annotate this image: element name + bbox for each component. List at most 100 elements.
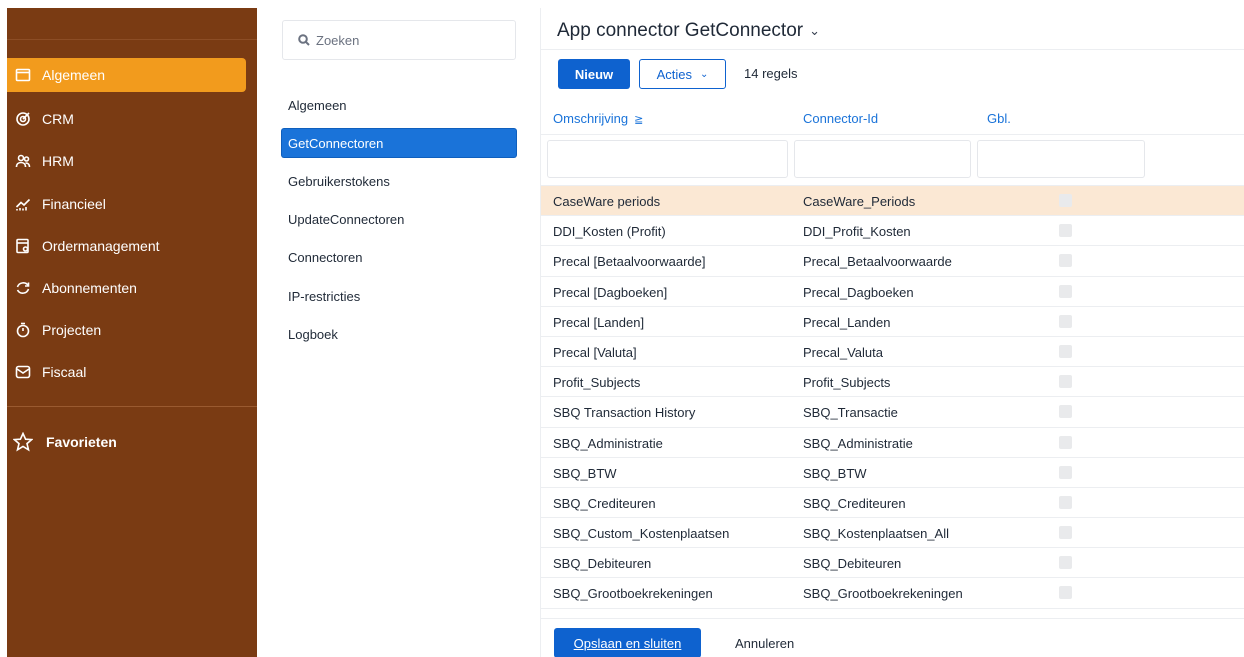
sidebar-favorites[interactable]: Favorieten bbox=[7, 432, 117, 452]
gbl-checkbox[interactable] bbox=[1059, 344, 1072, 358]
table-row[interactable]: Precal [Landen] Precal_Landen bbox=[541, 307, 1244, 337]
sidebar-item-label: Financieel bbox=[42, 196, 106, 212]
new-button[interactable]: Nieuw bbox=[558, 59, 630, 89]
gbl-checkbox[interactable] bbox=[1059, 314, 1072, 328]
gbl-checkbox[interactable] bbox=[1059, 194, 1072, 207]
cell-omschrijving: SBQ Transaction History bbox=[553, 405, 696, 421]
sidebar-item-fiscaal[interactable]: Fiscaal bbox=[7, 355, 246, 389]
sort-icon: ≧ bbox=[634, 114, 644, 126]
filter-gbl-input[interactable] bbox=[977, 140, 1145, 178]
cell-omschrijving: SBQ_BTW bbox=[553, 465, 617, 481]
actions-dropdown[interactable]: Acties ⌄ bbox=[639, 59, 726, 89]
table-row[interactable]: SBQ_Debiteuren SBQ_Debiteuren bbox=[541, 548, 1244, 579]
table-row[interactable]: SBQ Transaction History SBQ_Transactie bbox=[541, 397, 1244, 428]
sidebar-item-abonnementen[interactable]: Abonnementen bbox=[7, 271, 246, 305]
table-header: Omschrijving ≧ Connector-Id Gbl. bbox=[541, 101, 1244, 135]
cell-omschrijving: SBQ_Administratie bbox=[553, 435, 663, 451]
sidebar-item-label: Fiscaal bbox=[42, 364, 87, 380]
subnav-item-getconnectoren[interactable]: GetConnectoren bbox=[282, 129, 516, 157]
cell-omschrijving: Precal [Landen] bbox=[553, 314, 645, 330]
gbl-checkbox[interactable] bbox=[1059, 284, 1072, 298]
cell-connector-id: SBQ_BTW bbox=[803, 465, 867, 481]
subnav-item-algemeen[interactable]: Algemeen bbox=[282, 91, 516, 119]
cell-connector-id: SBQ_Transactie bbox=[803, 405, 898, 421]
cell-connector-id: Profit_Subjects bbox=[803, 375, 891, 391]
filter-omschrijving-input[interactable] bbox=[547, 140, 788, 178]
column-header-label: Omschrijving bbox=[553, 111, 629, 126]
cell-connector-id: SBQ_Kostenplaatsen_All bbox=[803, 526, 949, 542]
actions-label: Acties bbox=[656, 66, 692, 82]
sidebar-item-crm[interactable]: CRM bbox=[7, 102, 246, 136]
table-row[interactable]: Profit_Subjects Profit_Subjects bbox=[541, 367, 1244, 398]
cell-omschrijving: Precal [Dagboeken] bbox=[553, 284, 668, 300]
chart-icon bbox=[7, 196, 39, 212]
table-row[interactable]: Precal [Valuta] Precal_Valuta bbox=[541, 337, 1244, 368]
table-row[interactable]: SBQ_BTW SBQ_BTW bbox=[541, 458, 1244, 488]
search-icon bbox=[298, 34, 310, 46]
column-header-omschrijving[interactable]: Omschrijving ≧ bbox=[553, 111, 643, 126]
cell-connector-id: SBQ_Grootboekrekeningen bbox=[803, 586, 963, 602]
main-content: App connector GetConnector ⌄ Nieuw Actie… bbox=[540, 8, 1244, 657]
table-row[interactable]: Precal [Dagboeken] Precal_Dagboeken bbox=[541, 277, 1244, 307]
row-count: 14 regels bbox=[744, 66, 798, 81]
gbl-checkbox[interactable] bbox=[1059, 405, 1072, 419]
cell-omschrijving: SBQ_Crediteuren bbox=[553, 495, 656, 511]
cell-omschrijving: SBQ_Debiteuren bbox=[553, 556, 652, 572]
cell-connector-id: Precal_Dagboeken bbox=[803, 284, 914, 300]
sidebar-item-label: HRM bbox=[42, 153, 74, 169]
table-row[interactable]: DDI_Kosten (Profit) DDI_Profit_Kosten bbox=[541, 216, 1244, 247]
inbox-icon bbox=[7, 364, 39, 380]
chevron-down-icon: ⌄ bbox=[809, 23, 820, 38]
cell-omschrijving: Precal [Valuta] bbox=[553, 344, 637, 360]
gbl-checkbox[interactable] bbox=[1059, 254, 1072, 268]
sidebar-item-label: Ordermanagement bbox=[42, 238, 160, 254]
page-title-text: App connector GetConnector bbox=[557, 20, 804, 41]
subnav-item-logboek[interactable]: Logboek bbox=[282, 320, 516, 348]
table-row[interactable]: SBQ_Grootboekrekeningen SBQ_Grootboekreke… bbox=[541, 578, 1244, 609]
gbl-checkbox[interactable] bbox=[1059, 495, 1072, 509]
gbl-checkbox[interactable] bbox=[1059, 526, 1072, 540]
column-header-gbl[interactable]: Gbl. bbox=[987, 111, 1011, 126]
table-row[interactable]: Precal [Betaalvoorwaarde] Precal_Betaalvo… bbox=[541, 246, 1244, 277]
sidebar-item-label: Projecten bbox=[42, 322, 102, 338]
filter-connector-id-input[interactable] bbox=[794, 140, 971, 178]
subnav-item-ip-restricties[interactable]: IP-restricties bbox=[282, 282, 516, 310]
table-row[interactable]: SBQ_Administratie SBQ_Administratie bbox=[541, 428, 1244, 458]
people-icon bbox=[7, 153, 39, 169]
table-body: CaseWare periods CaseWare_Periods DDI_Kost… bbox=[541, 186, 1244, 609]
main-sidebar: Algemeen CRM HRM Financieel Ordermanagem… bbox=[7, 8, 257, 657]
gbl-checkbox[interactable] bbox=[1059, 435, 1072, 449]
table-row[interactable]: CaseWare periods CaseWare_Periods bbox=[541, 186, 1244, 217]
sidebar-item-hrm[interactable]: HRM bbox=[7, 144, 246, 178]
sidebar-item-algemeen[interactable]: Algemeen bbox=[7, 58, 246, 92]
gbl-checkbox[interactable] bbox=[1059, 556, 1072, 570]
refresh-icon bbox=[7, 280, 39, 296]
save-and-close-button[interactable]: Opslaan en sluiten bbox=[554, 628, 701, 657]
sidebar-item-projecten[interactable]: Projecten bbox=[7, 313, 246, 347]
settings-subnav: Zoeken Algemeen GetConnectoren Gebruiker… bbox=[270, 8, 535, 657]
sidebar-item-financieel[interactable]: Financieel bbox=[7, 187, 246, 221]
sidebar-item-label: Algemeen bbox=[42, 67, 106, 83]
subnav-item-updateconnectoren[interactable]: UpdateConnectoren bbox=[282, 205, 516, 233]
page-title[interactable]: App connector GetConnector ⌄ bbox=[557, 20, 820, 42]
search-input[interactable]: Zoeken bbox=[282, 20, 516, 60]
table-row[interactable]: SBQ_Crediteuren SBQ_Crediteuren bbox=[541, 488, 1244, 519]
window-icon bbox=[7, 67, 39, 83]
table-row[interactable]: SBQ_Custom_Kostenplaatsen SBQ_Kostenplaat… bbox=[541, 518, 1244, 549]
cell-omschrijving: SBQ_Custom_Kostenplaatsen bbox=[553, 526, 730, 542]
gbl-checkbox[interactable] bbox=[1059, 375, 1072, 389]
cell-connector-id: DDI_Profit_Kosten bbox=[803, 224, 911, 240]
chevron-down-icon: ⌄ bbox=[700, 68, 709, 80]
cell-connector-id: SBQ_Debiteuren bbox=[803, 556, 902, 572]
sidebar-item-label: CRM bbox=[42, 111, 74, 127]
subnav-item-connectoren[interactable]: Connectoren bbox=[282, 243, 516, 271]
gbl-checkbox[interactable] bbox=[1059, 465, 1072, 479]
sidebar-item-ordermanagement[interactable]: Ordermanagement bbox=[7, 229, 246, 263]
gbl-checkbox[interactable] bbox=[1059, 224, 1072, 238]
cell-omschrijving: CaseWare periods bbox=[553, 194, 661, 209]
column-header-connector-id[interactable]: Connector-Id bbox=[803, 111, 878, 126]
cancel-button[interactable]: Annuleren bbox=[735, 636, 794, 651]
gbl-checkbox[interactable] bbox=[1059, 586, 1072, 600]
sidebar-divider bbox=[7, 406, 257, 407]
subnav-item-gebruikerstokens[interactable]: Gebruikerstokens bbox=[282, 167, 516, 195]
